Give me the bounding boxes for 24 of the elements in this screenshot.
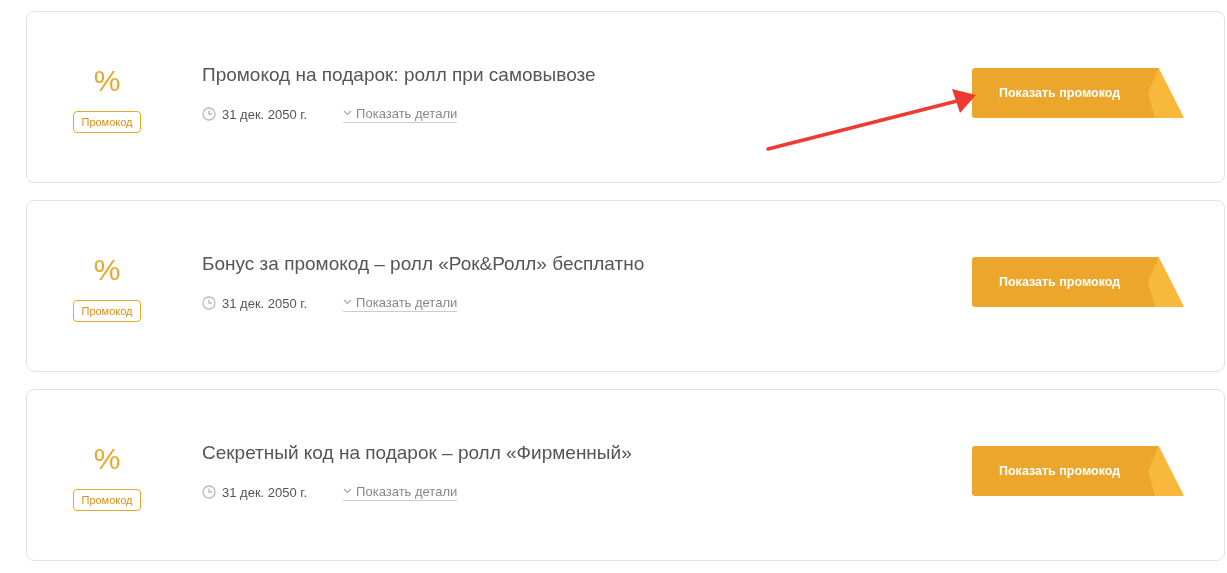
show-promo-button[interactable]: Показать промокод (972, 68, 1184, 118)
details-link[interactable]: Показать детали (343, 483, 458, 501)
coupon-title: Промокод на подарок: ролл при самовывозе (202, 63, 597, 86)
expiry-date: 31 дек. 2050 г. (222, 106, 308, 122)
expiry-date: 31 дек. 2050 г. (222, 295, 308, 311)
clock-icon (202, 485, 216, 499)
clock-icon (202, 296, 216, 310)
promo-tag: Промокод (73, 300, 141, 322)
coupon-title: Секретный код на подарок – ролл «Фирменный» (202, 441, 633, 464)
promo-tag: Промокод (73, 111, 141, 133)
chevron-down-icon (343, 110, 353, 116)
percent-sign: % (93, 254, 121, 286)
expiry-date: 31 дек. 2050 г. (222, 484, 308, 500)
chevron-down-icon (343, 299, 353, 305)
percent-sign: % (93, 443, 121, 475)
percent-sign: % (93, 65, 121, 97)
coupon-title: Бонус за промокод – ролл «Рок&Ролл» бесплатно (202, 252, 646, 275)
show-promo-button[interactable]: Показать промокод (972, 257, 1184, 307)
show-promo-button[interactable]: Показать промокод (972, 446, 1184, 496)
chevron-down-icon (343, 488, 353, 494)
clock-icon (202, 107, 216, 121)
details-link[interactable]: Показать детали (343, 294, 458, 312)
details-link[interactable]: Показать детали (343, 105, 458, 123)
promo-tag: Промокод (73, 489, 141, 511)
